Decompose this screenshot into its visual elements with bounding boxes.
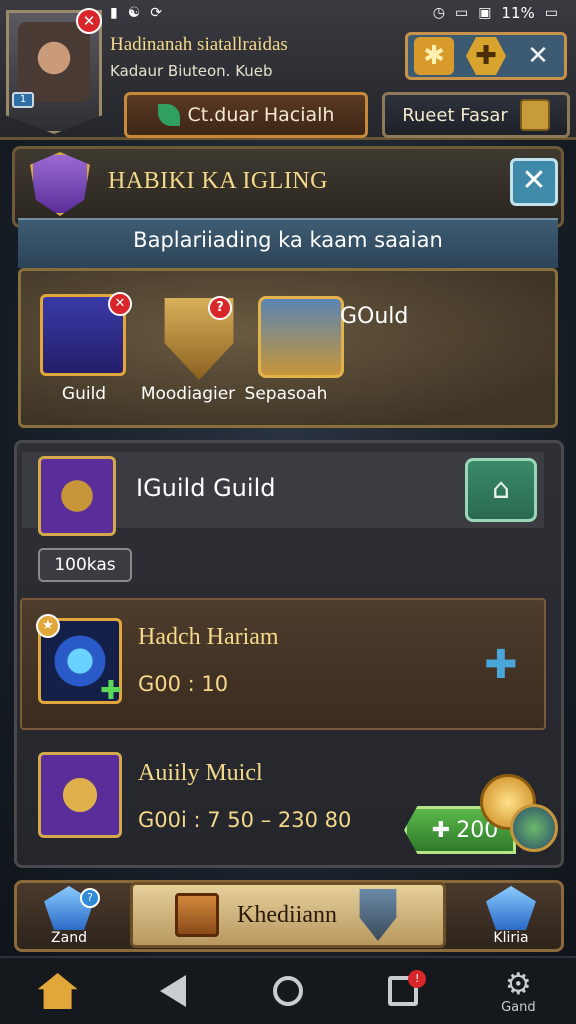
item-alert-icon: ?	[208, 296, 232, 320]
nav-recents[interactable]: !	[368, 970, 438, 1006]
home-icon	[37, 973, 78, 1009]
guild-name: IGuild Guild	[136, 474, 276, 502]
main-action-button[interactable]: Khediiann	[130, 882, 446, 948]
add-green-icon: ✚	[100, 676, 122, 706]
close-icon[interactable]: ✕	[518, 37, 558, 75]
item-alert-icon: ✕	[108, 292, 132, 316]
nav-badge: !	[408, 970, 427, 988]
guild-portrait-icon	[38, 456, 116, 536]
panel-subtitle: Baplariiading ka kaam saaian	[133, 228, 443, 252]
signal-icon: ▭	[454, 5, 469, 21]
battery-icon: ▭	[544, 5, 558, 21]
player-name: Hadinanah siatallraidas	[110, 34, 288, 55]
gold-label: GOuld	[340, 304, 409, 329]
golden-armor-icon	[38, 752, 122, 838]
leaf-icon	[157, 104, 180, 126]
row-value: G00 : 10	[138, 672, 229, 696]
add-button[interactable]: ✚	[484, 642, 518, 688]
avatar-badge: 1	[12, 92, 34, 108]
main-action-label: Khediiann	[237, 901, 337, 928]
left-action-label: Ct.duar Hacialh	[187, 104, 335, 126]
row-title: Hadch Hariam	[138, 624, 279, 650]
star-badge-icon: ★	[36, 614, 60, 638]
right-crystal-label: Kliria	[493, 930, 529, 946]
gear-icon: ⚙	[504, 967, 532, 1002]
shield-icon	[359, 889, 397, 941]
battery-text: 11%	[501, 4, 535, 22]
crystal-icon	[486, 886, 536, 930]
right-crystal-button[interactable]: Kliria	[476, 886, 546, 950]
left-crystal-label: Zand	[51, 930, 87, 946]
navigation-bar: ! ⚙ Gand	[0, 956, 576, 1024]
nav-settings-label: Gand	[501, 1000, 536, 1015]
alarm-icon: ◷	[432, 5, 445, 21]
emblem-coin-icon	[510, 804, 558, 852]
wifi-icon: ☯	[127, 5, 141, 21]
item-label-sepasoah: Sepasoah	[244, 384, 328, 404]
right-action-label: Rueet Fasar	[402, 104, 508, 126]
nav-settings[interactable]: ⚙ Gand	[483, 967, 553, 1015]
info-badge-icon: ?	[80, 888, 100, 908]
avatar-close-icon[interactable]: ✕	[76, 8, 102, 34]
panel-title: HABIKI KA IGLING	[108, 168, 328, 194]
nav-home-circle[interactable]	[253, 976, 323, 1006]
row-value: G00i : 7 50 – 230 80	[138, 808, 352, 832]
chest-icon	[519, 99, 550, 131]
back-icon	[159, 975, 186, 1007]
plus-icon[interactable]: ✚	[466, 37, 506, 75]
puzzle-icon[interactable]: ✱	[414, 37, 454, 75]
arrow-icon: ✚	[431, 817, 451, 843]
home-circle-icon	[272, 976, 303, 1006]
avatar[interactable]	[18, 22, 90, 102]
right-action-button[interactable]: Rueet Fasar	[382, 92, 570, 138]
nav-back[interactable]	[138, 975, 208, 1007]
crate-icon	[175, 893, 219, 937]
player-subtitle: Kadaur Biuteon. Kueb	[110, 62, 273, 80]
treasure-chest-icon[interactable]	[258, 296, 344, 378]
item-label-guild: Guild	[61, 384, 107, 404]
left-action-button[interactable]: Ct.duar Hacialh	[124, 92, 368, 138]
sync-icon: ⟳	[150, 5, 163, 21]
photo-icon: ▣	[478, 5, 492, 21]
guild-tag: 100kas	[38, 548, 132, 582]
nav-home[interactable]	[23, 973, 93, 1009]
panel-close-button[interactable]: ✕	[510, 158, 558, 206]
item-label-moodiagier: Moodiagier	[140, 384, 236, 404]
home-button[interactable]: ⌂	[465, 458, 537, 522]
row-title: Auiily Muicl	[138, 760, 263, 786]
notification-icon: ▮	[110, 5, 118, 21]
top-button-group: ✱ ✚ ✕	[405, 32, 567, 80]
